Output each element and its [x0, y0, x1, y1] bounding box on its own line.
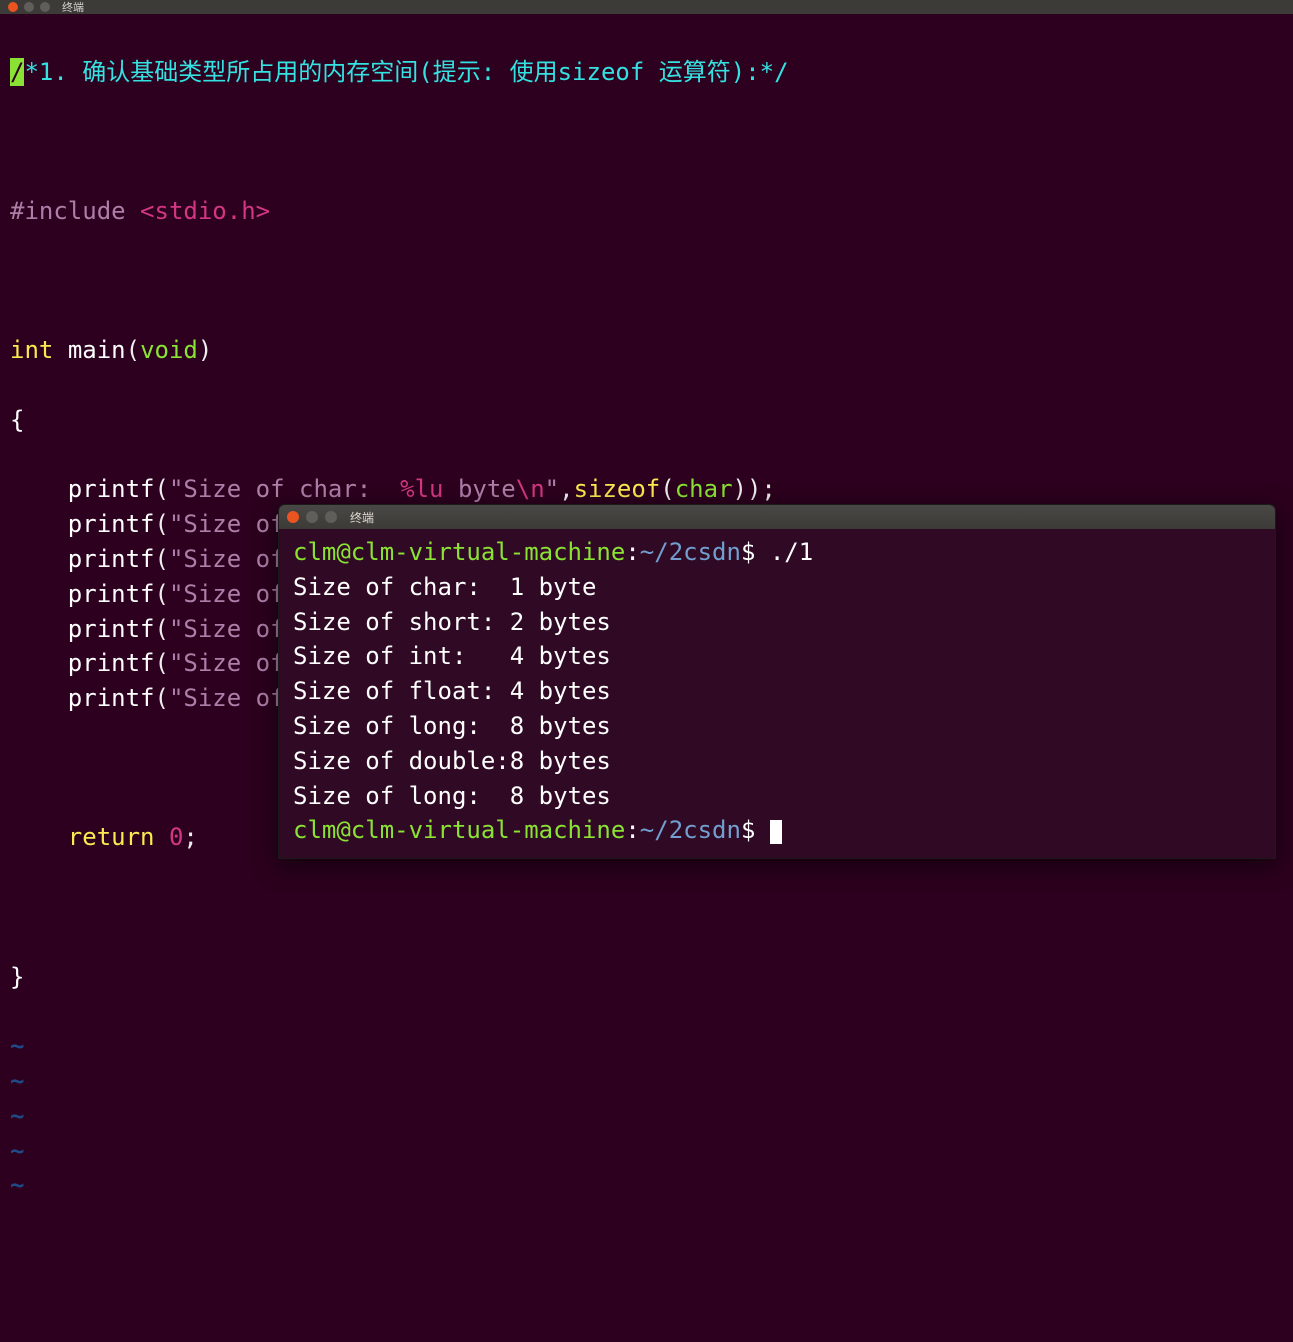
code-line-blank [10, 264, 1291, 299]
code-line-comment: /*1. 确认基础类型所占用的内存空间(提示: 使用sizeof 运算符):*/ [10, 55, 1291, 90]
vim-tilde-line: ~ [10, 1099, 1291, 1134]
code-line-include: #include <stdio.h> [10, 194, 1291, 229]
prompt-line: clm@clm-virtual-machine:~/2csdn$ [293, 816, 770, 844]
terminal-cursor [770, 820, 782, 844]
terminal-output: Size of char: 1 byte Size of short: 2 by… [293, 573, 611, 810]
code-line-brace-open: { [10, 403, 1291, 438]
vim-tilde-line: ~ [10, 1134, 1291, 1169]
prompt-line: clm@clm-virtual-machine:~/2csdn$ ./1 [293, 538, 813, 566]
minimize-icon[interactable] [24, 2, 34, 12]
maximize-icon[interactable] [325, 511, 337, 523]
vim-cursor: / [10, 58, 24, 86]
vim-tilde-line: ~ [10, 1064, 1291, 1099]
minimize-icon[interactable] [306, 511, 318, 523]
terminal-window[interactable]: 终端 clm@clm-virtual-machine:~/2csdn$ ./1 … [278, 504, 1276, 859]
editor-window-title: 终端 [62, 0, 84, 15]
terminal-body[interactable]: clm@clm-virtual-machine:~/2csdn$ ./1 Siz… [279, 529, 1275, 858]
vim-tilde-line: ~ [10, 1168, 1291, 1203]
maximize-icon[interactable] [40, 2, 50, 12]
code-line-printf: printf("Size of char: %lu byte\n",sizeof… [10, 472, 1291, 507]
terminal-command: ./1 [770, 538, 813, 566]
code-line-blank [10, 890, 1291, 925]
close-icon[interactable] [287, 511, 299, 523]
terminal-window-title: 终端 [350, 509, 374, 526]
code-line-brace-close: } [10, 960, 1291, 995]
terminal-titlebar[interactable]: 终端 [279, 505, 1275, 529]
vim-tilde-line: ~ [10, 1029, 1291, 1064]
editor-window-titlebar: 终端 [0, 0, 1293, 14]
close-icon[interactable] [8, 2, 18, 12]
code-line-main: int main(void) [10, 333, 1291, 368]
code-line-blank [10, 124, 1291, 159]
